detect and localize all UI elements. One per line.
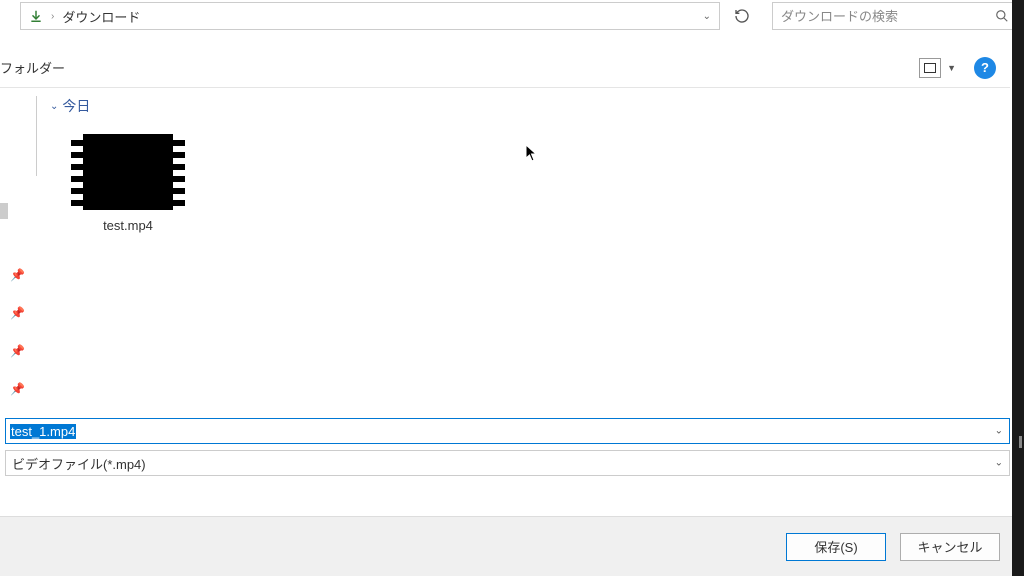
download-folder-icon [29, 9, 43, 23]
breadcrumb-location[interactable]: ダウンロード [62, 7, 140, 26]
search-box[interactable] [772, 2, 1018, 30]
address-bar-row: › ダウンロード ⌄ [0, 0, 1024, 32]
new-folder-label[interactable]: フォルダー [0, 58, 65, 77]
sidebar-divider [36, 96, 37, 176]
breadcrumb-separator-icon: › [51, 11, 54, 22]
refresh-button[interactable] [730, 4, 754, 28]
search-input[interactable] [781, 9, 995, 24]
sidebar: 📌 📌 📌 📌 [0, 88, 30, 396]
date-group-header[interactable]: ⌄ 今日 [50, 92, 1010, 134]
cancel-button[interactable]: キャンセル [900, 533, 1000, 561]
chevron-down-icon[interactable]: ⌄ [995, 458, 1003, 469]
bottom-input-area: test_1.mp4 ⌄ ビデオファイル(*.mp4) ⌄ [5, 418, 1010, 476]
button-bar: 保存(S) キャンセル [0, 516, 1024, 576]
sidebar-selection-indicator [0, 203, 8, 219]
background-window-strip [1012, 0, 1024, 576]
pin-icon[interactable]: 📌 [10, 268, 25, 282]
background-indicator [1019, 436, 1022, 448]
pin-icon[interactable]: 📌 [10, 382, 25, 396]
filetype-select[interactable]: ビデオファイル(*.mp4) ⌄ [5, 450, 1010, 476]
help-button[interactable]: ? [974, 57, 996, 79]
file-list-area[interactable]: ⌄ 今日 test.mp4 [50, 92, 1010, 396]
save-button[interactable]: 保存(S) [786, 533, 886, 561]
search-icon[interactable] [995, 9, 1009, 23]
chevron-down-icon[interactable]: ⌄ [995, 426, 1003, 437]
chevron-down-icon: ⌄ [50, 101, 58, 112]
view-mode-button[interactable] [919, 58, 941, 78]
video-thumbnail-icon [71, 134, 185, 210]
address-bar[interactable]: › ダウンロード ⌄ [20, 2, 720, 30]
toolbar: フォルダー ▼ ? [0, 48, 1010, 88]
pin-icon[interactable]: 📌 [10, 306, 25, 320]
file-name-label: test.mp4 [103, 218, 153, 233]
view-mode-dropdown-icon[interactable]: ▼ [947, 63, 956, 73]
filename-value: test_1.mp4 [10, 424, 76, 439]
chevron-down-icon[interactable]: ⌄ [703, 11, 711, 22]
pin-icon[interactable]: 📌 [10, 344, 25, 358]
file-item[interactable]: test.mp4 [58, 134, 198, 233]
filetype-label: ビデオファイル(*.mp4) [12, 454, 146, 473]
filename-input[interactable]: test_1.mp4 ⌄ [5, 418, 1010, 444]
date-group-label: 今日 [62, 96, 90, 116]
